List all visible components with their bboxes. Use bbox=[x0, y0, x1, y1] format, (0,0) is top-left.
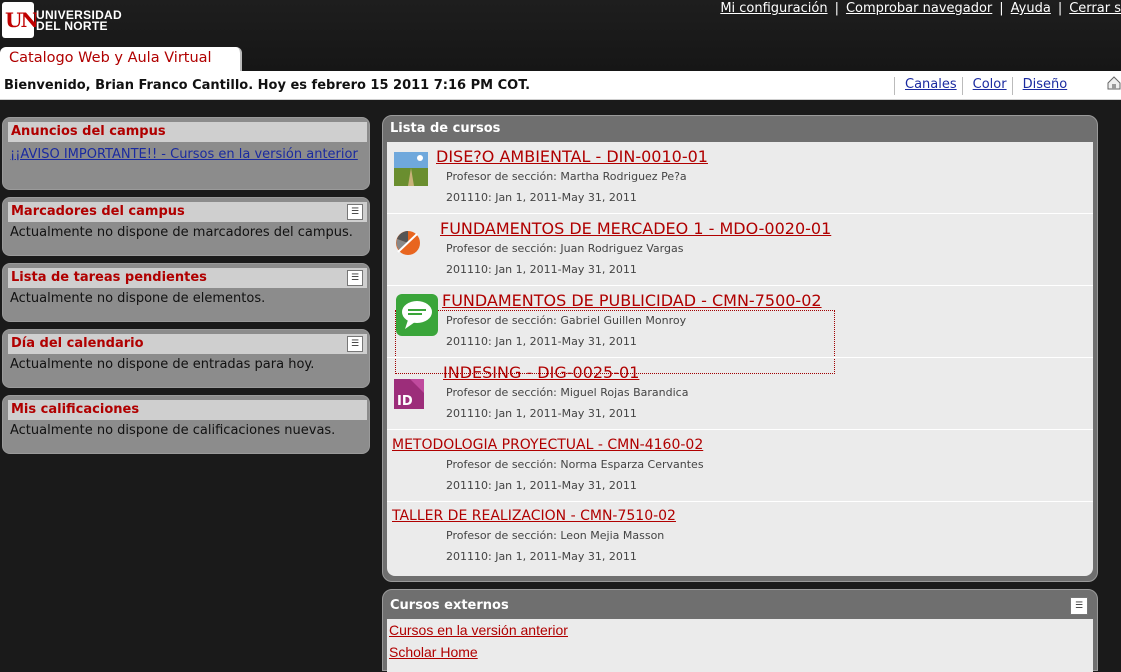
course-item: METODOLOGIA PROYECTUAL - CMN-4160-02 Pro… bbox=[387, 430, 1093, 502]
course-professor: Profesor de sección: Norma Esparza Cerva… bbox=[446, 458, 704, 471]
external-courses-body: Cursos en la versión anterior Scholar Ho… bbox=[387, 619, 1093, 672]
top-links: Mi configuración | Comprobar navegador | Ayu… bbox=[720, 1, 1121, 16]
welcome-message: Bienvenido, Brian Franco Cantillo. Hoy e… bbox=[4, 78, 531, 93]
module-body: Actualmente no dispone de elementos. bbox=[10, 291, 266, 306]
course-title-link[interactable]: FUNDAMENTOS DE MERCADEO 1 - MDO-0020-01 bbox=[440, 219, 831, 238]
external-courses-module: Cursos externos ☰ Cursos en la versión a… bbox=[382, 589, 1098, 672]
campus-announcements-module: Anuncios del campus ¡¡AVISO IMPORTANTE!!… bbox=[2, 117, 370, 190]
color-link[interactable]: Color bbox=[961, 77, 1012, 95]
course-dates: 201110: Jan 1, 2011-May 31, 2011 bbox=[446, 335, 637, 348]
todo-list-module: Lista de tareas pendientes ☰ Actualmente… bbox=[2, 263, 370, 322]
module-title: Marcadores del campus bbox=[11, 204, 185, 219]
scholar-home-link[interactable]: Scholar Home bbox=[389, 644, 478, 660]
course-item: FUNDAMENTOS DE MERCADEO 1 - MDO-0020-01 … bbox=[387, 214, 1093, 286]
course-dates: 201110: Jan 1, 2011-May 31, 2011 bbox=[446, 479, 637, 492]
logo-name: UNIVERSIDAD DEL NORTE bbox=[36, 9, 122, 33]
course-list-body: DISE?O AMBIENTAL - DIN-0010-01 Profesor … bbox=[387, 142, 1093, 576]
course-item: FUNDAMENTOS DE PUBLICIDAD - CMN-7500-02 … bbox=[387, 286, 1093, 358]
check-browser-link[interactable]: Comprobar navegador bbox=[846, 1, 992, 16]
external-courses-title: Cursos externos bbox=[390, 598, 509, 613]
course-professor: Profesor de sección: Gabriel Guillen Mon… bbox=[446, 314, 687, 327]
course-dates: 201110: Jan 1, 2011-May 31, 2011 bbox=[446, 550, 637, 563]
tab-catalog[interactable]: Catalogo Web y Aula Virtual bbox=[0, 47, 242, 71]
important-notice-link[interactable]: ¡¡AVISO IMPORTANTE!! - Cursos en la vers… bbox=[10, 147, 358, 162]
layout-links: Canales Color Diseño bbox=[894, 77, 1072, 95]
help-link[interactable]: Ayuda bbox=[1011, 1, 1051, 16]
course-list-module: Lista de cursos DISE?O AMBIENTAL - DIN-0… bbox=[382, 115, 1098, 582]
module-header: Mis calificaciones bbox=[8, 400, 367, 420]
module-header: Anuncios del campus bbox=[8, 122, 367, 142]
module-header: Marcadores del campus ☰ bbox=[8, 202, 367, 222]
course-title-link[interactable]: TALLER DE REALIZACION - CMN-7510-02 bbox=[392, 508, 676, 524]
module-body: Actualmente no dispone de calificaciones… bbox=[10, 423, 336, 438]
course-dates: 201110: Jan 1, 2011-May 31, 2011 bbox=[446, 407, 637, 420]
module-body: Actualmente no dispone de marcadores del… bbox=[10, 225, 353, 240]
module-title: Mis calificaciones bbox=[11, 402, 140, 417]
course-item: DISE?O AMBIENTAL - DIN-0010-01 Profesor … bbox=[387, 142, 1093, 214]
course-professor: Profesor de sección: Miguel Rojas Barand… bbox=[446, 386, 689, 399]
logo-mark: UN bbox=[2, 2, 39, 38]
separator: | bbox=[1057, 1, 1063, 16]
speech-bubble-icon bbox=[396, 294, 438, 336]
home-icon[interactable] bbox=[1107, 76, 1121, 92]
landscape-icon bbox=[394, 152, 428, 186]
module-title: Anuncios del campus bbox=[11, 124, 166, 139]
layout-link[interactable]: Diseño bbox=[1011, 77, 1073, 95]
campus-bookmarks-module: Marcadores del campus ☰ Actualmente no d… bbox=[2, 197, 370, 256]
module-header: Día del calendario ☰ bbox=[8, 334, 367, 354]
tab-catalog-label: Catalogo Web y Aula Virtual bbox=[9, 50, 212, 66]
university-logo[interactable]: UN UNIVERSIDAD DEL NORTE bbox=[2, 2, 136, 40]
module-menu-icon[interactable]: ☰ bbox=[347, 204, 363, 220]
separator: | bbox=[999, 1, 1004, 16]
logo-initials: UN bbox=[5, 8, 39, 32]
course-title-link[interactable]: FUNDAMENTOS DE PUBLICIDAD - CMN-7500-02 bbox=[442, 291, 822, 310]
course-title-link[interactable]: DISE?O AMBIENTAL - DIN-0010-01 bbox=[436, 147, 708, 166]
course-item: ID INDESING - DIG-0025-01 Profesor de se… bbox=[387, 358, 1093, 430]
indesign-icon: ID bbox=[394, 379, 424, 409]
channels-link[interactable]: Canales bbox=[894, 77, 962, 95]
module-body: Actualmente no dispone de entradas para … bbox=[10, 357, 315, 372]
my-grades-module: Mis calificaciones Actualmente no dispon… bbox=[2, 395, 370, 454]
logo-name-line2: DEL NORTE bbox=[36, 19, 108, 33]
logout-link[interactable]: Cerrar s bbox=[1069, 1, 1121, 16]
welcome-bar: Bienvenido, Brian Franco Cantillo. Hoy e… bbox=[0, 71, 1121, 100]
module-title: Lista de tareas pendientes bbox=[11, 270, 207, 285]
separator: | bbox=[834, 1, 839, 16]
course-professor: Profesor de sección: Juan Rodriguez Varg… bbox=[446, 242, 684, 255]
module-menu-icon[interactable]: ☰ bbox=[1070, 597, 1088, 615]
svg-text:ID: ID bbox=[397, 394, 413, 409]
module-body: ¡¡AVISO IMPORTANTE!! - Cursos en la vers… bbox=[10, 147, 360, 162]
course-professor: Profesor de sección: Leon Mejia Masson bbox=[446, 529, 665, 542]
course-dates: 201110: Jan 1, 2011-May 31, 2011 bbox=[446, 191, 637, 204]
module-menu-icon[interactable]: ☰ bbox=[347, 336, 363, 352]
course-dates: 201110: Jan 1, 2011-May 31, 2011 bbox=[446, 263, 637, 276]
my-settings-link[interactable]: Mi configuración bbox=[720, 1, 827, 16]
calendar-day-module: Día del calendario ☰ Actualmente no disp… bbox=[2, 329, 370, 388]
header-bar: UN UNIVERSIDAD DEL NORTE Mi configuració… bbox=[0, 0, 1121, 71]
module-title: Día del calendario bbox=[11, 336, 144, 351]
course-title-link[interactable]: METODOLOGIA PROYECTUAL - CMN-4160-02 bbox=[392, 437, 703, 453]
module-menu-icon[interactable]: ☰ bbox=[347, 270, 363, 286]
course-professor: Profesor de sección: Martha Rodriguez Pe… bbox=[446, 170, 687, 183]
course-list-title: Lista de cursos bbox=[390, 121, 501, 136]
course-title-link[interactable]: INDESING - DIG-0025-01 bbox=[443, 363, 639, 382]
previous-version-courses-link[interactable]: Cursos en la versión anterior bbox=[389, 622, 568, 638]
course-item: TALLER DE REALIZACION - CMN-7510-02 Prof… bbox=[387, 501, 1093, 572]
module-header: Lista de tareas pendientes ☰ bbox=[8, 268, 367, 288]
pie-chart-icon bbox=[395, 230, 421, 256]
